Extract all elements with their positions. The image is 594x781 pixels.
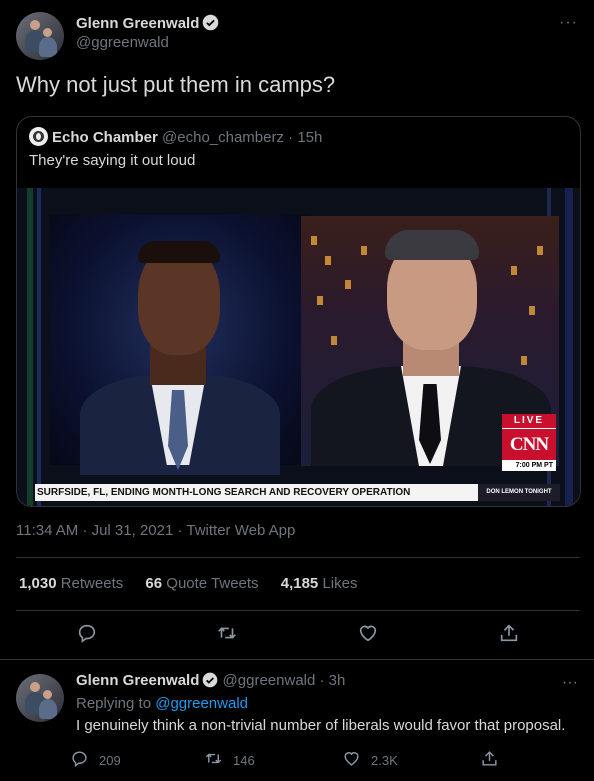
retweet-icon[interactable] xyxy=(216,622,240,646)
reply-icon xyxy=(70,749,89,771)
author-handle[interactable]: @ggreenwald xyxy=(76,34,169,51)
replying-to: Replying to @ggreenwald xyxy=(76,695,248,712)
reply-icon[interactable] xyxy=(76,622,100,646)
live-label: LIVE xyxy=(502,414,556,428)
likes-stat[interactable]: 4,185 Likes xyxy=(281,575,358,592)
retweets-label: Retweets xyxy=(60,575,124,592)
quote-header: Echo Chamber @echo_chamberz · 15h xyxy=(29,127,322,146)
share-icon xyxy=(480,749,499,771)
reply-text: I genuinely think a non-trivial number o… xyxy=(76,717,566,734)
retweets-stat[interactable]: 1,030 Retweets xyxy=(19,575,123,592)
divider xyxy=(16,557,580,558)
share-button[interactable] xyxy=(480,749,499,771)
verified-icon xyxy=(202,672,218,692)
quote-tweets-stat[interactable]: 66 Quote Tweets xyxy=(145,575,258,592)
reply-time[interactable]: · 3h xyxy=(320,672,346,689)
author-name[interactable]: Glenn Greenwald xyxy=(76,15,199,32)
like-icon[interactable] xyxy=(357,622,381,646)
verified-icon xyxy=(202,14,219,36)
tweet-actions xyxy=(16,622,580,648)
replying-handle-link[interactable]: @ggreenwald xyxy=(155,695,248,712)
share-icon[interactable] xyxy=(498,622,522,646)
quote-handle: @echo_chamberz xyxy=(162,129,284,146)
show-name: DON LEMON TONIGHT xyxy=(478,484,560,501)
broadcast-clock: 7:00 PM PT xyxy=(502,460,556,471)
avatar[interactable] xyxy=(16,674,64,722)
tweet-text: Why not just put them in camps? xyxy=(16,72,336,97)
quote-author-name: Echo Chamber xyxy=(52,129,158,146)
likes-label: Likes xyxy=(322,575,358,592)
like-count: 2.3K xyxy=(371,752,398,768)
like-button[interactable]: 2.3K xyxy=(342,749,398,771)
author-name-row[interactable]: Glenn Greenwald xyxy=(76,14,219,36)
replying-prefix: Replying to xyxy=(76,695,152,712)
quote-text: They're saying it out loud xyxy=(29,152,196,169)
reply-count: 209 xyxy=(99,752,121,768)
quotes-count: 66 xyxy=(145,575,163,592)
cnn-live-bug: LIVE CNN 7:00 PM PT xyxy=(502,414,556,479)
retweet-button[interactable]: 146 xyxy=(204,749,255,771)
reply-header: Glenn Greenwald @ggreenwald · 3h xyxy=(76,672,345,692)
divider xyxy=(16,610,580,611)
reply-actions: 209 146 2.3K xyxy=(70,749,580,773)
video-thumbnail[interactable]: LIVE CNN 7:00 PM PT SURFSIDE, FL, ENDING… xyxy=(17,188,580,506)
retweets-count: 1,030 xyxy=(19,575,57,592)
cnn-logo: CNN xyxy=(502,428,556,460)
quote-avatar xyxy=(29,127,48,146)
news-chyron: SURFSIDE, FL, ENDING MONTH-LONG SEARCH A… xyxy=(35,484,560,501)
more-icon[interactable]: ··· xyxy=(562,674,578,692)
quote-time: · 15h xyxy=(288,129,323,146)
reply-author-name[interactable]: Glenn Greenwald xyxy=(76,672,199,689)
tweet-timestamp[interactable]: 11:34 AM · Jul 31, 2021 · Twitter Web Ap… xyxy=(16,522,295,539)
retweet-icon xyxy=(204,749,223,771)
tweet-stats: 1,030 Retweets 66 Quote Tweets 4,185 Lik… xyxy=(19,575,375,592)
reply-handle[interactable]: @ggreenwald xyxy=(223,672,316,689)
retweet-count: 146 xyxy=(233,752,255,768)
more-icon[interactable]: ··· xyxy=(559,14,578,32)
reply-button[interactable]: 209 xyxy=(70,749,121,771)
like-icon xyxy=(342,749,361,771)
avatar[interactable] xyxy=(16,12,64,60)
left-anchor-panel xyxy=(50,215,308,475)
likes-count: 4,185 xyxy=(280,575,319,592)
chyron-text: SURFSIDE, FL, ENDING MONTH-LONG SEARCH A… xyxy=(37,487,411,498)
main-tweet-header: Glenn Greenwald @ggreenwald ··· xyxy=(16,12,578,60)
quoted-tweet-card[interactable]: Echo Chamber @echo_chamberz · 15h They'r… xyxy=(16,116,581,507)
divider xyxy=(0,659,594,660)
quotes-label: Quote Tweets xyxy=(166,575,259,592)
